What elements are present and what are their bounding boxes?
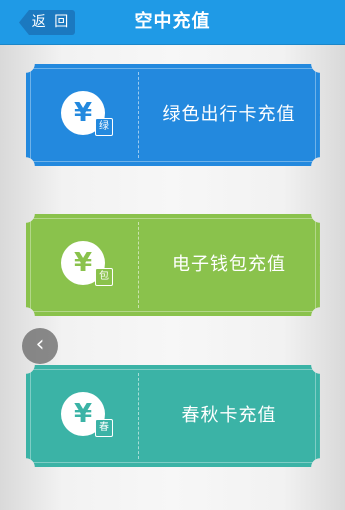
card-type-badge: 包 xyxy=(95,268,113,286)
card-label: 春秋卡充值 xyxy=(181,405,277,426)
e-wallet-recharge-button[interactable]: ¥ 包 电子钱包充值 xyxy=(26,214,320,316)
card-type-badge: 绿 xyxy=(95,118,113,136)
back-button[interactable]: 返 回 xyxy=(19,10,75,35)
card-label: 绿色出行卡充值 xyxy=(162,104,296,125)
card-label: 电子钱包充值 xyxy=(172,254,286,275)
top-bar: 空中充值 返 回 xyxy=(0,0,345,44)
green-travel-card-recharge-button[interactable]: ¥ 绿 绿色出行卡充值 xyxy=(26,64,320,166)
chunqiu-card-recharge-button[interactable]: ¥ 春 春秋卡充值 xyxy=(26,365,320,467)
floating-back-button[interactable]: ‹ xyxy=(22,328,58,364)
card-type-badge: 春 xyxy=(95,419,113,437)
chevron-left-icon: ‹ xyxy=(35,332,45,357)
